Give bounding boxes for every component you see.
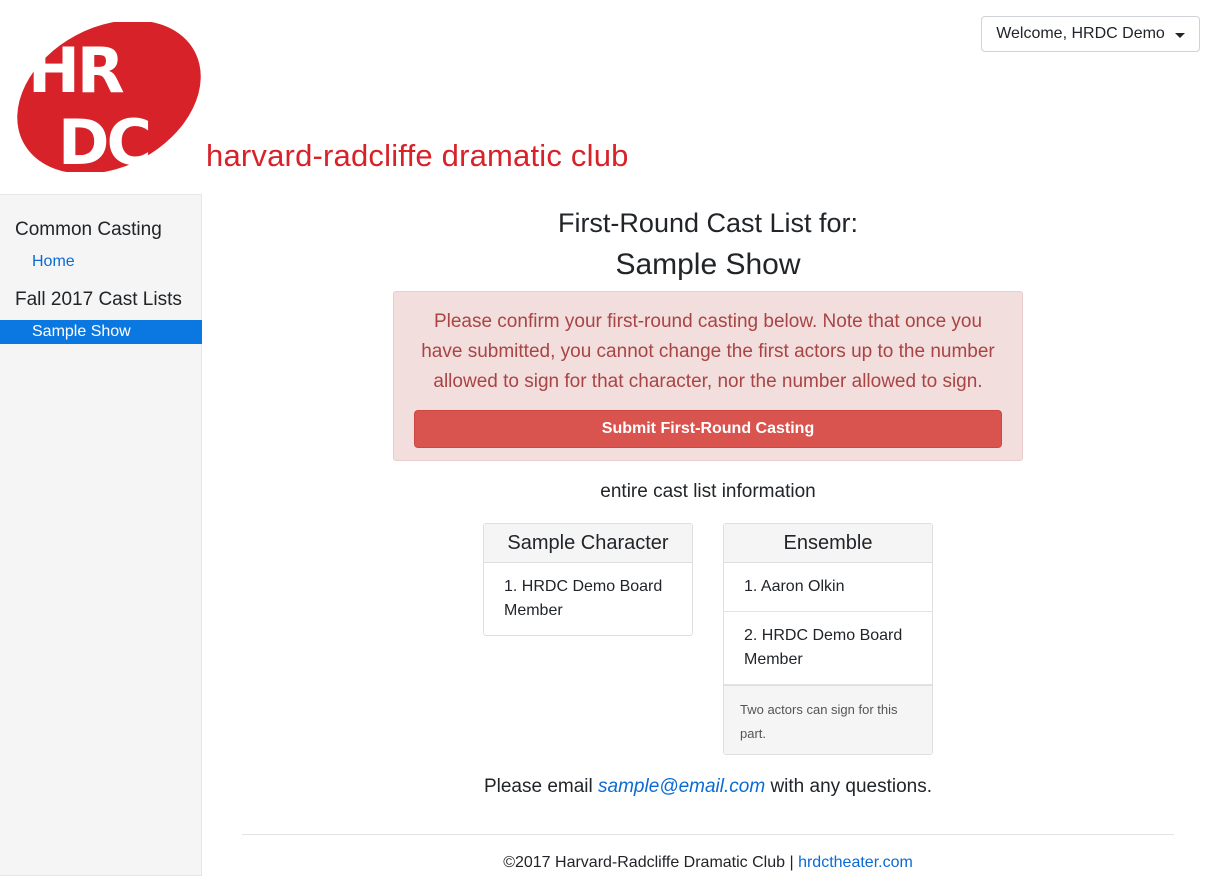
sidebar-heading-common-casting: Common Casting [15, 219, 162, 240]
logo-text-top: HR [28, 34, 124, 107]
user-menu-label: Welcome, HRDC Demo [996, 25, 1165, 42]
alert-message: Please confirm your first-round casting … [421, 311, 995, 392]
user-menu-dropdown[interactable]: Welcome, HRDC Demo [981, 16, 1200, 52]
contact-prefix: Please email [483, 776, 593, 797]
character-name: Ensemble [724, 524, 932, 563]
page-title: First-Round Cast List for: [557, 208, 859, 238]
club-name: harvard-radcliffe dramatic club [206, 138, 629, 173]
contact-line: Please email sample@email.com with any q… [242, 776, 1174, 798]
character-card: Sample Character 1. HRDC Demo Board Memb… [483, 523, 693, 636]
footer-copyright: ©2017 Harvard-Radcliffe Dramatic Club | [503, 854, 794, 871]
footer-divider [242, 834, 1174, 835]
footer: ©2017 Harvard-Radcliffe Dramatic Club | … [242, 854, 1174, 872]
sidebar-item-sample-show[interactable]: Sample Show [0, 320, 202, 344]
actor-list-item: 2. HRDC Demo Board Member [724, 612, 932, 685]
hrdc-logo: HR DC [14, 22, 204, 172]
confirm-alert: Please confirm your first-round casting … [393, 291, 1023, 461]
chevron-down-icon [1174, 32, 1185, 38]
footer-site-link[interactable]: hrdctheater.com [798, 854, 913, 871]
actor-list-item: 1. HRDC Demo Board Member [504, 578, 663, 619]
submit-casting-button[interactable]: Submit First-Round Casting [414, 410, 1002, 448]
contact-email-link[interactable]: sample@email.com [598, 776, 765, 797]
show-title: Sample Show [615, 248, 801, 281]
actor-list-item: 1. Aaron Olkin [724, 563, 932, 612]
cast-list-info-label: entire cast list information [600, 481, 816, 502]
logo-text-bottom: DC [58, 106, 149, 172]
sidebar-item-home[interactable]: Home [32, 253, 75, 271]
character-note: Two actors can sign for this part. [724, 685, 932, 754]
sidebar: Common Casting Home Fall 2017 Cast Lists… [0, 194, 202, 876]
character-name: Sample Character [484, 524, 692, 563]
sidebar-heading-cast-lists: Fall 2017 Cast Lists [15, 289, 182, 310]
character-card: Ensemble 1. Aaron Olkin 2. HRDC Demo Boa… [723, 523, 933, 755]
contact-suffix: with any questions. [770, 776, 933, 797]
